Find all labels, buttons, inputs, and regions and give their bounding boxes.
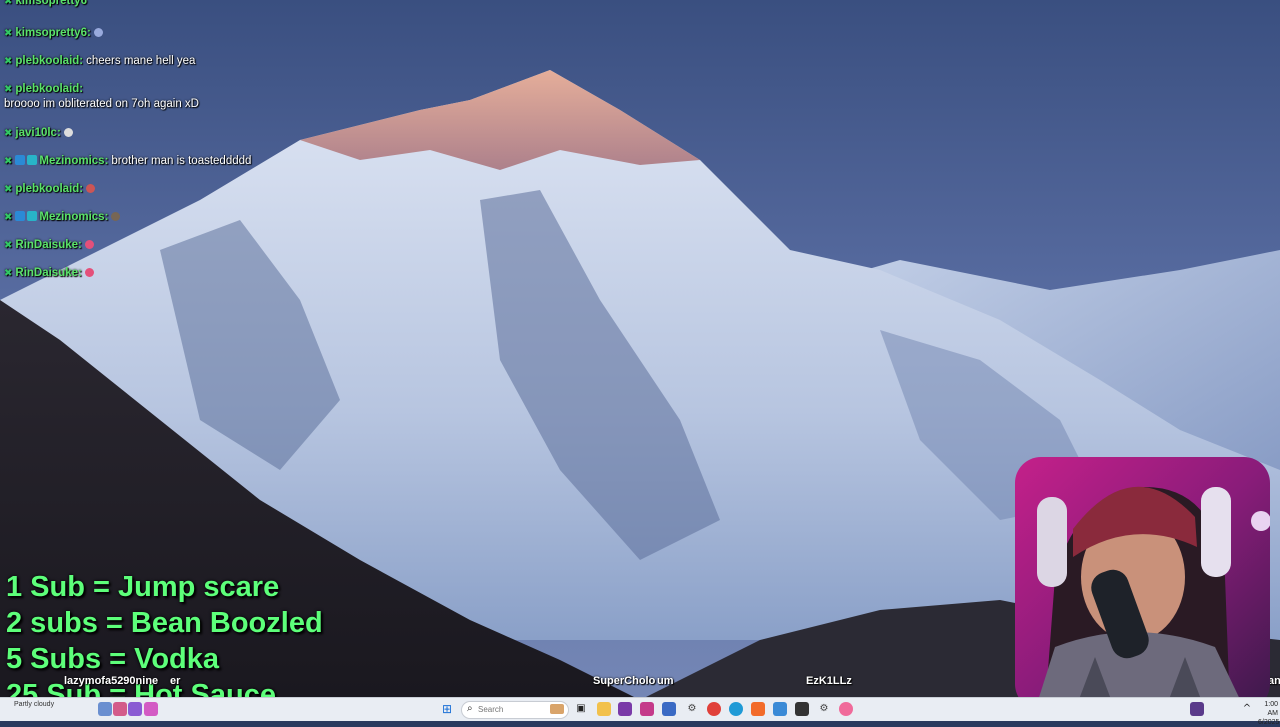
heart-emote-icon <box>84 240 94 249</box>
emote-icon <box>93 28 103 37</box>
chat-badge-icon: ✖ <box>4 212 13 223</box>
chat-message: ✖ Mezinomics: <box>4 210 121 225</box>
weather-description: Partly cloudy <box>14 701 55 708</box>
app-icon[interactable] <box>640 702 654 716</box>
task-view-icon[interactable]: ▣ <box>574 702 588 716</box>
emote-icon <box>86 184 96 193</box>
brave-icon[interactable] <box>751 702 765 716</box>
notepad-icon[interactable] <box>773 702 787 716</box>
system-clock[interactable]: 1:00 AM 6/2025 <box>1258 700 1280 727</box>
chat-username: Mezinomics: <box>39 155 109 167</box>
sub-goals-overlay: 1 Sub = Jump scare 2 subs = Bean Boozled… <box>6 569 323 713</box>
viewer-name-label: lazymofa5290nine <box>64 675 159 687</box>
sub-badge-icon <box>27 211 38 221</box>
app-icon[interactable] <box>662 702 676 716</box>
chat-username: RinDaisuke: <box>15 267 82 279</box>
chat-username: plebkoolaid: <box>15 183 84 195</box>
heart-emote-icon <box>84 268 94 277</box>
webcam-feed <box>1015 457 1270 710</box>
chat-username: kimsopretty6: <box>15 27 91 39</box>
app-icon[interactable] <box>98 702 112 716</box>
chat-message: ✖ RinDaisuke: <box>4 238 94 253</box>
app-icon[interactable] <box>839 702 853 716</box>
app-icon[interactable] <box>128 702 142 716</box>
windows-taskbar: Partly cloudy ⊞ ⌕ ▣ ⚙ ⚙ ^ 1:00 AM 6/2025 <box>0 697 1280 726</box>
chat-text: cheers mane hell yea <box>86 55 196 67</box>
sub-badge-icon <box>27 155 38 165</box>
sub-badge-icon <box>15 155 26 165</box>
settings-icon[interactable]: ⚙ <box>817 702 831 716</box>
chat-message: ✖ javi10lc: <box>4 126 73 141</box>
chat-badge-icon: ✖ <box>4 184 13 195</box>
chat-message: ✖ kimsopretty6: <box>4 26 103 41</box>
windows-start-icon[interactable]: ⊞ <box>440 702 454 716</box>
webcam-image <box>1015 457 1270 710</box>
clock-date: 6/2025 <box>1258 719 1280 726</box>
chat-badge-icon: ✖ <box>4 84 13 95</box>
viewer-name-label: um <box>657 675 674 687</box>
emote-icon <box>111 212 121 221</box>
chevron-up-icon[interactable]: ^ <box>1240 702 1254 716</box>
chat-badge-icon: ✖ <box>4 0 13 7</box>
settings-icon[interactable]: ⚙ <box>685 702 699 716</box>
search-input[interactable] <box>478 703 550 716</box>
taskbar-search[interactable]: ⌕ <box>461 701 569 719</box>
viewer-name-label: er <box>170 675 181 687</box>
chat-username: javi10lc: <box>15 127 61 139</box>
chat-badge-icon: ✖ <box>4 128 13 139</box>
chat-username: plebkoolaid: <box>15 83 84 95</box>
chat-username: plebkoolaid: <box>15 55 84 67</box>
chat-username: kimsopretty6 <box>15 0 87 7</box>
chat-badge-icon: ✖ <box>4 28 13 39</box>
chat-badge-icon: ✖ <box>4 268 13 279</box>
sub-goal-text: 5 Subs = Vodka <box>6 643 220 675</box>
chat-username: Mezinomics: <box>39 211 109 223</box>
chat-username: RinDaisuke: <box>15 239 82 251</box>
app-icon[interactable] <box>795 702 809 716</box>
chat-message: ✖ plebkoolaid: <box>4 182 96 197</box>
chat-badge-icon: ✖ <box>4 56 13 67</box>
file-explorer-icon[interactable] <box>597 702 611 716</box>
chat-badge-icon: ✖ <box>4 240 13 251</box>
sub-goal-text: 1 Sub = Jump scare <box>6 571 280 603</box>
app-icon[interactable] <box>618 702 632 716</box>
weather-widget[interactable]: Partly cloudy <box>14 701 54 708</box>
sub-goal-text: 2 subs = Bean Boozled <box>6 607 323 639</box>
app-icon[interactable] <box>113 702 127 716</box>
app-icon[interactable] <box>144 702 158 716</box>
emote-icon <box>63 128 73 137</box>
viewer-name-label: EzK1LLz <box>806 675 852 687</box>
tray-app-icon[interactable] <box>1190 702 1204 716</box>
search-icon: ⌕ <box>467 703 473 714</box>
clock-time: 1:00 AM <box>1264 701 1278 717</box>
search-highlight-icon <box>550 704 564 714</box>
chrome-icon[interactable] <box>707 702 721 716</box>
chat-badge-icon: ✖ <box>4 156 13 167</box>
chat-message: ✖ plebkoolaid: cheers mane hell yea <box>4 54 195 69</box>
chat-text: broooo im obliterated on 7oh again xD <box>4 98 199 110</box>
chat-message: ✖ RinDaisuke: <box>4 266 94 281</box>
viewer-name-label: SuperCholo <box>593 675 656 687</box>
chat-message: ✖ plebkoolaid: broooo im obliterated on 7… <box>4 82 199 111</box>
sub-badge-icon <box>15 211 26 221</box>
edge-icon[interactable] <box>729 702 743 716</box>
chat-message: ✖ kimsopretty6 <box>4 0 87 9</box>
chat-text: brother man is toasteddddd <box>111 155 252 167</box>
chat-message: ✖ Mezinomics: brother man is toasteddddd <box>4 154 251 169</box>
